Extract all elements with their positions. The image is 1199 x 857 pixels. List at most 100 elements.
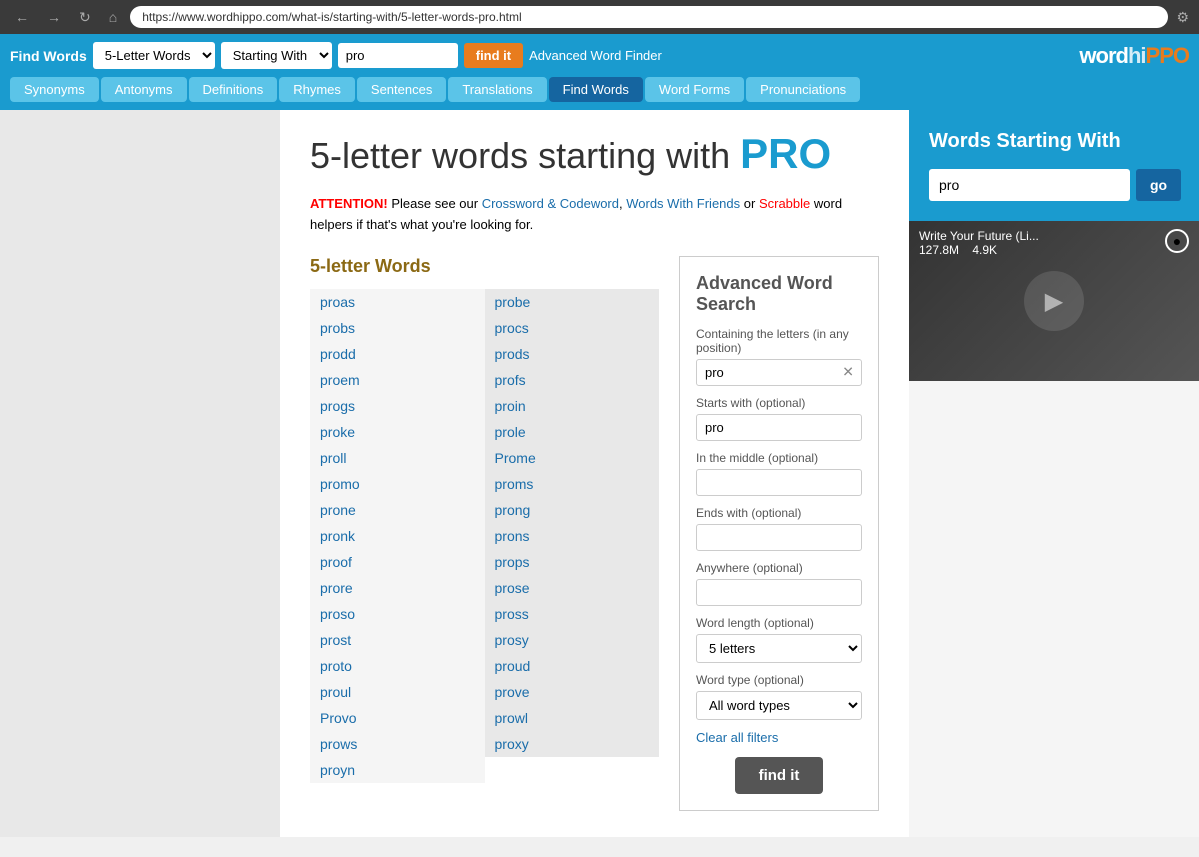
attention-box: ATTENTION! Please see our Crossword & Co… xyxy=(310,194,879,236)
ends-input[interactable] xyxy=(696,524,862,551)
type-label: Word type (optional) xyxy=(696,673,862,687)
word-item[interactable]: prowl xyxy=(485,705,660,731)
word-item[interactable]: progs xyxy=(310,393,485,419)
nav-pronunciations[interactable]: Pronunciations xyxy=(746,77,860,102)
video-views: 127.8M xyxy=(919,243,959,257)
word-item[interactable]: profs xyxy=(485,367,660,393)
starting-type-select[interactable]: Starting With xyxy=(221,42,332,69)
word-item[interactable]: prods xyxy=(485,341,660,367)
starts-label: Starts with (optional) xyxy=(696,396,862,410)
scrabble-link[interactable]: Scrabble xyxy=(759,196,810,211)
word-item[interactable]: proke xyxy=(310,419,485,445)
word-item[interactable]: prost xyxy=(310,627,485,653)
anywhere-label: Anywhere (optional) xyxy=(696,561,862,575)
anywhere-input[interactable] xyxy=(696,579,862,606)
word-item[interactable]: probs xyxy=(310,315,485,341)
crossword-link[interactable]: Crossword & Codeword xyxy=(482,196,619,211)
nav-word-forms[interactable]: Word Forms xyxy=(645,77,744,102)
nav-sentences[interactable]: Sentences xyxy=(357,77,446,102)
nav-rhymes[interactable]: Rhymes xyxy=(279,77,355,102)
clear-containing-icon[interactable]: ✕ xyxy=(842,364,854,381)
word-item[interactable]: proll xyxy=(310,445,485,471)
type-select[interactable]: All word types xyxy=(696,691,862,720)
word-item[interactable]: prosy xyxy=(485,627,660,653)
advanced-word-finder-link[interactable]: Advanced Word Finder xyxy=(529,48,662,63)
word-item[interactable]: pross xyxy=(485,601,660,627)
word-item[interactable]: proof xyxy=(310,549,485,575)
word-item[interactable]: prons xyxy=(485,523,660,549)
browser-chrome: ← → ↻ ⌂ https://www.wordhippo.com/what-i… xyxy=(0,0,1199,34)
word-item[interactable]: proyn xyxy=(310,757,485,783)
nav-translations[interactable]: Translations xyxy=(448,77,546,102)
word-item[interactable]: prose xyxy=(485,575,660,601)
containing-input[interactable] xyxy=(696,359,862,386)
words-grid: proasprobeprobsprocsproddprodsproemprofs… xyxy=(310,289,659,783)
word-item[interactable]: proem xyxy=(310,367,485,393)
refresh-button[interactable]: ↻ xyxy=(74,7,96,28)
words-section: 5-letter Words proasprobeprobsprocsprodd… xyxy=(310,256,659,811)
nav-antonyms[interactable]: Antonyms xyxy=(101,77,187,102)
video-placeholder[interactable]: Write Your Future (Li... 127.8M 4.9K ▶ ● xyxy=(909,221,1199,381)
advanced-panel-wrapper: Advanced Word Search Containing the lett… xyxy=(659,256,879,811)
logo-area: word hi PPO xyxy=(1079,43,1189,69)
find-it-button[interactable]: find it xyxy=(464,43,523,68)
widget-input-row: go xyxy=(929,169,1179,201)
page-title: 5-letter words starting with PRO xyxy=(310,130,879,178)
video-likes: 4.9K xyxy=(972,243,997,257)
video-stats: 127.8M 4.9K xyxy=(919,243,1039,257)
word-item[interactable]: proin xyxy=(485,393,660,419)
nav-definitions[interactable]: Definitions xyxy=(189,77,278,102)
word-item[interactable]: prole xyxy=(485,419,660,445)
letter-count-select[interactable]: 5-Letter Words xyxy=(93,42,215,69)
advanced-search-title: Advanced Word Search xyxy=(696,273,862,315)
word-item[interactable]: Provo xyxy=(310,705,485,731)
nav-synonyms[interactable]: Synonyms xyxy=(10,77,99,102)
word-item[interactable]: prodd xyxy=(310,341,485,367)
word-item[interactable]: props xyxy=(485,549,660,575)
advanced-find-it-button[interactable]: find it xyxy=(735,757,824,794)
video-circle-icon: ● xyxy=(1165,229,1189,253)
left-sidebar xyxy=(0,110,280,837)
containing-label: Containing the letters (in any position) xyxy=(696,327,862,355)
forward-button[interactable]: → xyxy=(42,7,66,27)
word-item[interactable]: promo xyxy=(310,471,485,497)
home-button[interactable]: ⌂ xyxy=(104,7,122,27)
url-bar: https://www.wordhippo.com/what-is/starti… xyxy=(130,6,1168,28)
length-label: Word length (optional) xyxy=(696,616,862,630)
word-item[interactable]: proas xyxy=(310,289,485,315)
content-area: 5-letter words starting with PRO ATTENTI… xyxy=(280,110,909,837)
word-item[interactable]: procs xyxy=(485,315,660,341)
word-item[interactable]: proms xyxy=(485,471,660,497)
word-item[interactable]: Prome xyxy=(485,445,660,471)
word-item[interactable]: prone xyxy=(310,497,485,523)
widget-search-input[interactable] xyxy=(929,169,1130,201)
content-with-advanced: 5-letter Words proasprobeprobsprocsprodd… xyxy=(310,256,879,811)
widget-go-button[interactable]: go xyxy=(1136,169,1181,201)
word-item[interactable]: proto xyxy=(310,653,485,679)
middle-label: In the middle (optional) xyxy=(696,451,862,465)
word-item[interactable]: proxy xyxy=(485,731,660,757)
word-item[interactable]: probe xyxy=(485,289,660,315)
search-input[interactable] xyxy=(338,43,458,68)
starts-input[interactable] xyxy=(696,414,862,441)
word-item[interactable]: pronk xyxy=(310,523,485,549)
middle-input[interactable] xyxy=(696,469,862,496)
words-starting-widget: Words Starting With go xyxy=(909,110,1199,221)
word-item[interactable]: prove xyxy=(485,679,660,705)
length-select[interactable]: 5 letters xyxy=(696,634,862,663)
clear-filters-link[interactable]: Clear all filters xyxy=(696,730,862,745)
containing-field-wrapper: ✕ xyxy=(696,359,862,386)
secondary-navigation: Synonyms Antonyms Definitions Rhymes Sen… xyxy=(0,77,1199,110)
nav-find-words[interactable]: Find Words xyxy=(549,77,643,102)
word-item[interactable]: proul xyxy=(310,679,485,705)
wwf-link[interactable]: Words With Friends xyxy=(626,196,740,211)
word-item[interactable]: proso xyxy=(310,601,485,627)
ends-label: Ends with (optional) xyxy=(696,506,862,520)
word-item[interactable]: prows xyxy=(310,731,485,757)
word-item[interactable]: prong xyxy=(485,497,660,523)
word-item[interactable]: prore xyxy=(310,575,485,601)
advanced-search-panel: Advanced Word Search Containing the lett… xyxy=(679,256,879,811)
section-title: 5-letter Words xyxy=(310,256,659,277)
word-item[interactable]: proud xyxy=(485,653,660,679)
back-button[interactable]: ← xyxy=(10,7,34,27)
